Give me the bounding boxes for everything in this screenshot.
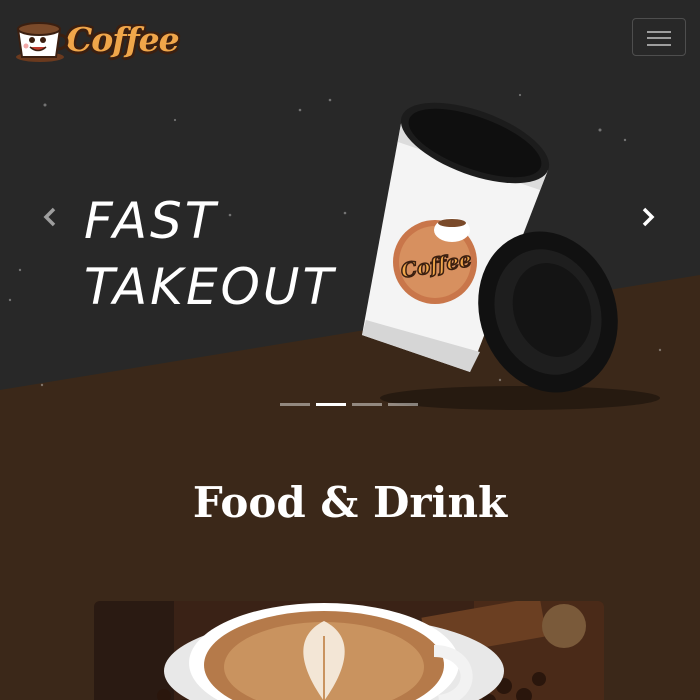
carousel-next-button[interactable]	[628, 195, 668, 239]
carousel-indicator-1[interactable]	[280, 403, 310, 406]
brand-text: Coffee	[66, 19, 180, 59]
carousel-prev-button[interactable]	[30, 195, 70, 239]
coffee-mug-mascot-icon	[16, 22, 69, 62]
navbar-toggler-button[interactable]	[632, 18, 686, 56]
carousel-indicators	[280, 403, 418, 407]
headline-line-2: TAKEOUT	[84, 258, 337, 316]
page: Coffee FAST TAKEOUT Coffee Food & Drink	[0, 0, 700, 700]
headline-line-1: FAST	[84, 192, 219, 250]
chevron-right-icon	[642, 207, 655, 227]
chevron-left-icon	[43, 207, 56, 227]
latte-image	[94, 601, 604, 700]
brand-logo[interactable]: Coffee	[10, 10, 180, 68]
food-drink-card[interactable]	[94, 601, 604, 700]
carousel-indicator-2[interactable]	[316, 403, 346, 406]
carousel-indicator-3[interactable]	[352, 403, 382, 406]
navbar: Coffee	[0, 0, 700, 78]
slide-headline: FAST TAKEOUT	[84, 188, 336, 320]
section-title: Food & Drink	[192, 478, 508, 527]
carousel-indicator-4[interactable]	[388, 403, 418, 406]
